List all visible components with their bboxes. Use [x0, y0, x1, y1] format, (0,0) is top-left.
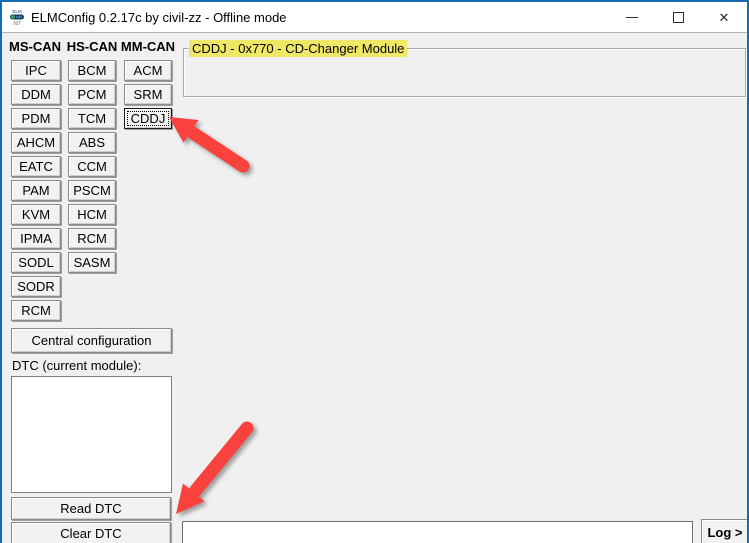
module-button-rcm[interactable]: RCM [68, 228, 116, 249]
dtc-label: DTC (current module): [12, 358, 141, 373]
command-input[interactable] [182, 521, 693, 543]
module-button-sodl[interactable]: SODL [11, 252, 61, 273]
module-button-bcm[interactable]: BCM [68, 60, 116, 81]
module-button-hcm[interactable]: HCM [68, 204, 116, 225]
module-button-abs[interactable]: ABS [68, 132, 116, 153]
svg-text:327: 327 [13, 21, 21, 26]
module-button-kvm[interactable]: KVM [11, 204, 61, 225]
app-icon: ELM 327 [8, 8, 26, 26]
hs-can-column: BCM PCM TCM ABS CCM PSCM HCM RCM SASM [68, 60, 116, 276]
dtc-listbox[interactable] [11, 376, 172, 493]
module-button-sodr[interactable]: SODR [11, 276, 61, 297]
log-toggle-button[interactable]: Log > [701, 519, 749, 543]
module-button-pcm[interactable]: PCM [68, 84, 116, 105]
module-button-pscm[interactable]: PSCM [68, 180, 116, 201]
module-button-pdm[interactable]: PDM [11, 108, 61, 129]
module-button-ahcm[interactable]: AHCM [11, 132, 61, 153]
caption-buttons: ✕ [609, 2, 747, 32]
module-button-sasm[interactable]: SASM [68, 252, 116, 273]
module-button-ipma[interactable]: IPMA [11, 228, 61, 249]
elmconfig-window: ELM 327 ELMConfig 0.2.17c by civil-zz - … [0, 0, 749, 543]
ms-can-column: IPC DDM PDM AHCM EATC PAM KVM IPMA SODL SODR RCM [11, 60, 61, 324]
column-header-hs-can: HS-CAN [64, 39, 120, 54]
arrow-to-cddj-button [169, 117, 243, 166]
module-button-ccm[interactable]: CCM [68, 156, 116, 177]
column-header-ms-can: MS-CAN [6, 39, 64, 54]
module-button-eatc[interactable]: EATC [11, 156, 61, 177]
maximize-button[interactable] [655, 2, 701, 32]
maximize-icon [673, 12, 684, 23]
module-button-tcm[interactable]: TCM [68, 108, 116, 129]
window-title: ELMConfig 0.2.17c by civil-zz - Offline … [31, 10, 287, 25]
arrow-to-read-dtc-button [176, 428, 247, 514]
module-groupbox: CDDJ - 0x770 - CD-Changer Module [183, 48, 746, 97]
window-border-top [0, 0, 749, 2]
titlebar: ELM 327 ELMConfig 0.2.17c by civil-zz - … [2, 2, 747, 33]
read-dtc-button[interactable]: Read DTC [11, 497, 171, 520]
module-button-ddm[interactable]: DDM [11, 84, 61, 105]
minimize-icon [626, 17, 638, 18]
module-group-title: CDDJ - 0x770 - CD-Changer Module [189, 40, 407, 57]
module-button-cddj[interactable]: CDDJ [124, 108, 172, 129]
module-button-acm[interactable]: ACM [124, 60, 172, 81]
module-button-pam[interactable]: PAM [11, 180, 61, 201]
clear-dtc-button[interactable]: Clear DTC [11, 522, 171, 543]
close-icon: ✕ [719, 11, 730, 24]
close-button[interactable]: ✕ [701, 2, 747, 32]
module-button-srm[interactable]: SRM [124, 84, 172, 105]
module-button-rcm[interactable]: RCM [11, 300, 61, 321]
minimize-button[interactable] [609, 2, 655, 32]
svg-text:ELM: ELM [12, 9, 22, 14]
module-button-ipc[interactable]: IPC [11, 60, 61, 81]
window-border-left [0, 0, 2, 543]
column-header-mm-can: MM-CAN [120, 39, 176, 54]
mm-can-column: ACM SRM CDDJ [124, 60, 172, 132]
central-configuration-button[interactable]: Central configuration [11, 328, 172, 353]
